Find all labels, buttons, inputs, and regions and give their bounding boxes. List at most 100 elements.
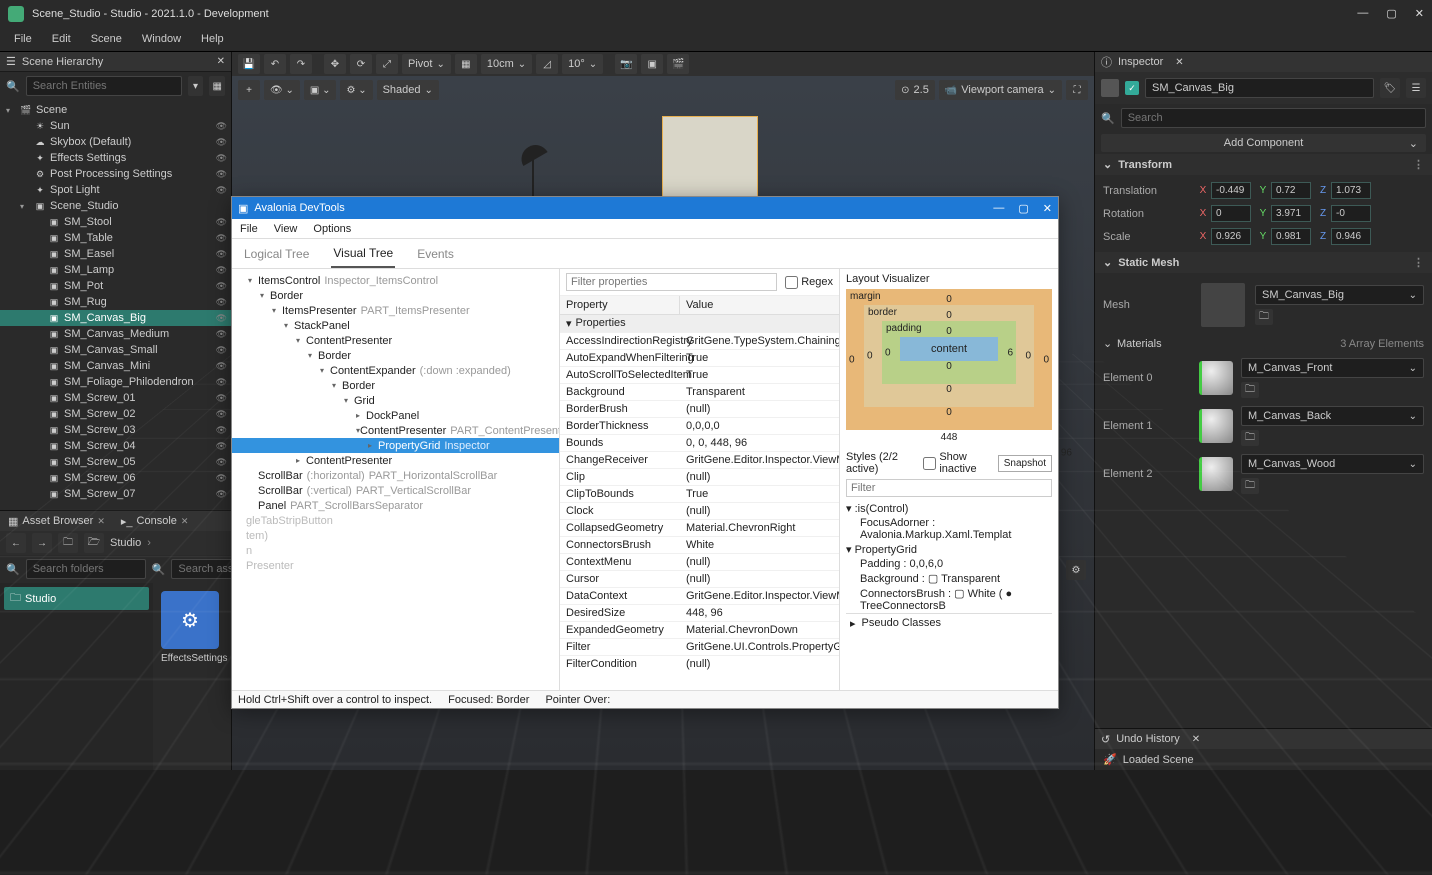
dt-menu-file[interactable]: File [240,223,258,235]
properties-group[interactable]: ▾Properties [560,315,839,332]
z-input[interactable] [1331,205,1371,222]
tree-item[interactable]: ✦Effects Settings👁 [0,150,231,166]
menu-scene[interactable]: Scene [91,33,122,45]
property-row[interactable]: BorderBrush(null) [560,400,839,417]
dt-tree-item[interactable]: PanelPART_ScrollBarsSeparator [232,498,559,513]
dt-close-button[interactable]: ✕ [1043,202,1052,215]
y-input[interactable] [1271,205,1311,222]
render-button[interactable]: ▣ [641,54,663,74]
inspector-close-icon[interactable]: ✕ [1175,57,1183,68]
menu-edit[interactable]: Edit [52,33,71,45]
property-row[interactable]: DesiredSize448, 96 [560,604,839,621]
dt-tree-item[interactable]: ▾Border [232,378,559,393]
menu-file[interactable]: File [14,33,32,45]
style-row[interactable]: ▾ PropertyGrid [846,542,1052,557]
vis-dropdown[interactable]: 👁 ⌄ [264,80,300,100]
property-row[interactable]: Clock(null) [560,502,839,519]
tree-item[interactable]: ▣SM_Canvas_Big👁 [0,310,231,326]
minimize-button[interactable]: — [1357,7,1368,20]
dt-tree-item[interactable]: ▾Border [232,348,559,363]
tree-item[interactable]: ▣SM_Canvas_Mini👁 [0,358,231,374]
dt-tree-item[interactable]: ScrollBar(:vertical)PART_VerticalScrollB… [232,483,559,498]
object-name-input[interactable] [1145,78,1374,98]
tree-item[interactable]: ▣SM_Table👁 [0,230,231,246]
y-input[interactable] [1271,228,1311,245]
material-dropdown[interactable]: M_Canvas_Front [1241,358,1424,378]
camera-select[interactable]: 📹 Viewport camera ⌄ [939,80,1062,100]
tree-item[interactable]: ▾▣Scene_Studio [0,198,231,214]
property-row[interactable]: DataContextGritGene.Editor.Inspector.Vie… [560,587,839,604]
transform-section-header[interactable]: ⌄ Transform ⋮ [1095,154,1432,175]
x-input[interactable] [1211,182,1251,199]
property-row[interactable]: CollapsedGeometryMaterial.ChevronRight [560,519,839,536]
dt-tree-item[interactable]: ▾ItemsControlInspector_ItemsControl [232,273,559,288]
tree-item[interactable]: ▣SM_Stool👁 [0,214,231,230]
x-input[interactable] [1211,228,1251,245]
property-row[interactable]: FilterCondition(null) [560,655,839,672]
dt-tree-item[interactable]: ▾ContentPresenterPART_ContentPresenter [232,423,559,438]
angle-select[interactable]: 10° ⌄ [562,54,603,74]
dt-tree-item[interactable]: ▸PropertyGridInspector [232,438,559,453]
dt-minimize-button[interactable]: — [993,202,1004,215]
x-input[interactable] [1211,205,1251,222]
tree-item[interactable]: ▣SM_Pot👁 [0,278,231,294]
tree-item[interactable]: ▣SM_Easel👁 [0,246,231,262]
style-row[interactable]: FocusAdorner : Avalonia.Markup.Xaml.Temp… [860,516,1052,542]
dt-tree-item[interactable]: ▸ContentPresenter [232,453,559,468]
layer-dropdown[interactable]: ▣ ⌄ [304,80,337,100]
dt-tree-item[interactable]: ▾StackPanel [232,318,559,333]
dt-tree-item[interactable]: ScrollBar(:horizontal)PART_HorizontalScr… [232,468,559,483]
dt-tree-item[interactable]: ▾ItemsPresenterPART_ItemsPresenter [232,303,559,318]
label-tag-button[interactable]: 🏷 [1380,78,1400,98]
pivot-select[interactable]: Pivot ⌄ [402,54,451,74]
property-row[interactable]: ContextMenu(null) [560,553,839,570]
z-input[interactable] [1331,228,1371,245]
section-menu-icon[interactable]: ⋮ [1413,158,1424,171]
snapshot-button[interactable]: Snapshot [998,455,1052,472]
mesh-browse-button[interactable]: 🗀 [1255,309,1273,325]
styles-filter-input[interactable] [846,479,1052,497]
static-mesh-section-header[interactable]: ⌄ Static Mesh ⋮ [1095,252,1432,273]
tree-item[interactable]: ▾🎬Scene [0,102,231,118]
dt-tree-item[interactable]: ▾Grid [232,393,559,408]
property-row[interactable]: FilterGritGene.UI.Controls.PropertyGrid.… [560,638,839,655]
dt-menu-view[interactable]: View [274,223,298,235]
camera-button[interactable]: 📷 [615,54,637,74]
tree-item[interactable]: ✦Spot Light👁 [0,182,231,198]
filter-properties-input[interactable] [566,273,777,291]
z-input[interactable] [1331,182,1371,199]
dt-tree-item[interactable]: ▾ContentExpander(:down :expanded) [232,363,559,378]
options-button[interactable]: ▦ [209,76,225,96]
tree-item[interactable]: ☀Sun👁 [0,118,231,134]
dt-tab[interactable]: Visual Tree [331,240,395,268]
dt-tree-item[interactable]: n [232,543,559,558]
property-row[interactable]: ChangeReceiverGritGene.Editor.Inspector.… [560,451,839,468]
material-dropdown[interactable]: M_Canvas_Back [1241,406,1424,426]
panel-close-icon[interactable]: ✕ [217,56,225,67]
tree-item[interactable]: ▣SM_Rug👁 [0,294,231,310]
style-row[interactable]: Padding : 0,0,6,0 [860,557,1052,571]
viewport-plus-button[interactable]: + [238,80,260,100]
zoom-field[interactable]: ⊙ 2.5 [895,80,935,100]
property-row[interactable]: Cursor(null) [560,570,839,587]
close-button[interactable]: ✕ [1415,7,1424,20]
dt-tree-item[interactable]: ▾ContentPresenter [232,333,559,348]
search-entities-input[interactable] [26,76,182,96]
snap-angle-button[interactable]: ◿ [536,54,558,74]
dt-tree-item[interactable]: ▸DockPanel [232,408,559,423]
property-row[interactable]: Bounds0, 0, 448, 96 [560,434,839,451]
movie-button[interactable]: 🎬 [667,54,689,74]
regex-checkbox[interactable]: Regex [785,276,833,289]
show-inactive-checkbox[interactable]: Show inactive [923,451,991,475]
property-row[interactable]: ConnectorsBrushWhite [560,536,839,553]
dt-tree-item[interactable]: ▾Border [232,288,559,303]
style-row[interactable]: ConnectorsBrush : ▢ White ( ● TreeConnec… [860,586,1052,613]
style-row[interactable]: Background : ▢ Transparent [860,571,1052,586]
property-row[interactable]: BackgroundTransparent [560,383,839,400]
mesh-dropdown[interactable]: SM_Canvas_Big [1255,285,1424,305]
undo-button[interactable]: ↶ [264,54,286,74]
object-enabled-checkbox[interactable]: ✓ [1125,81,1139,95]
property-row[interactable]: AutoExpandWhenFilteringTrue [560,349,839,366]
filter-button[interactable]: ▾ [188,76,204,96]
dt-tree-item[interactable]: gleTabStripButton [232,513,559,528]
